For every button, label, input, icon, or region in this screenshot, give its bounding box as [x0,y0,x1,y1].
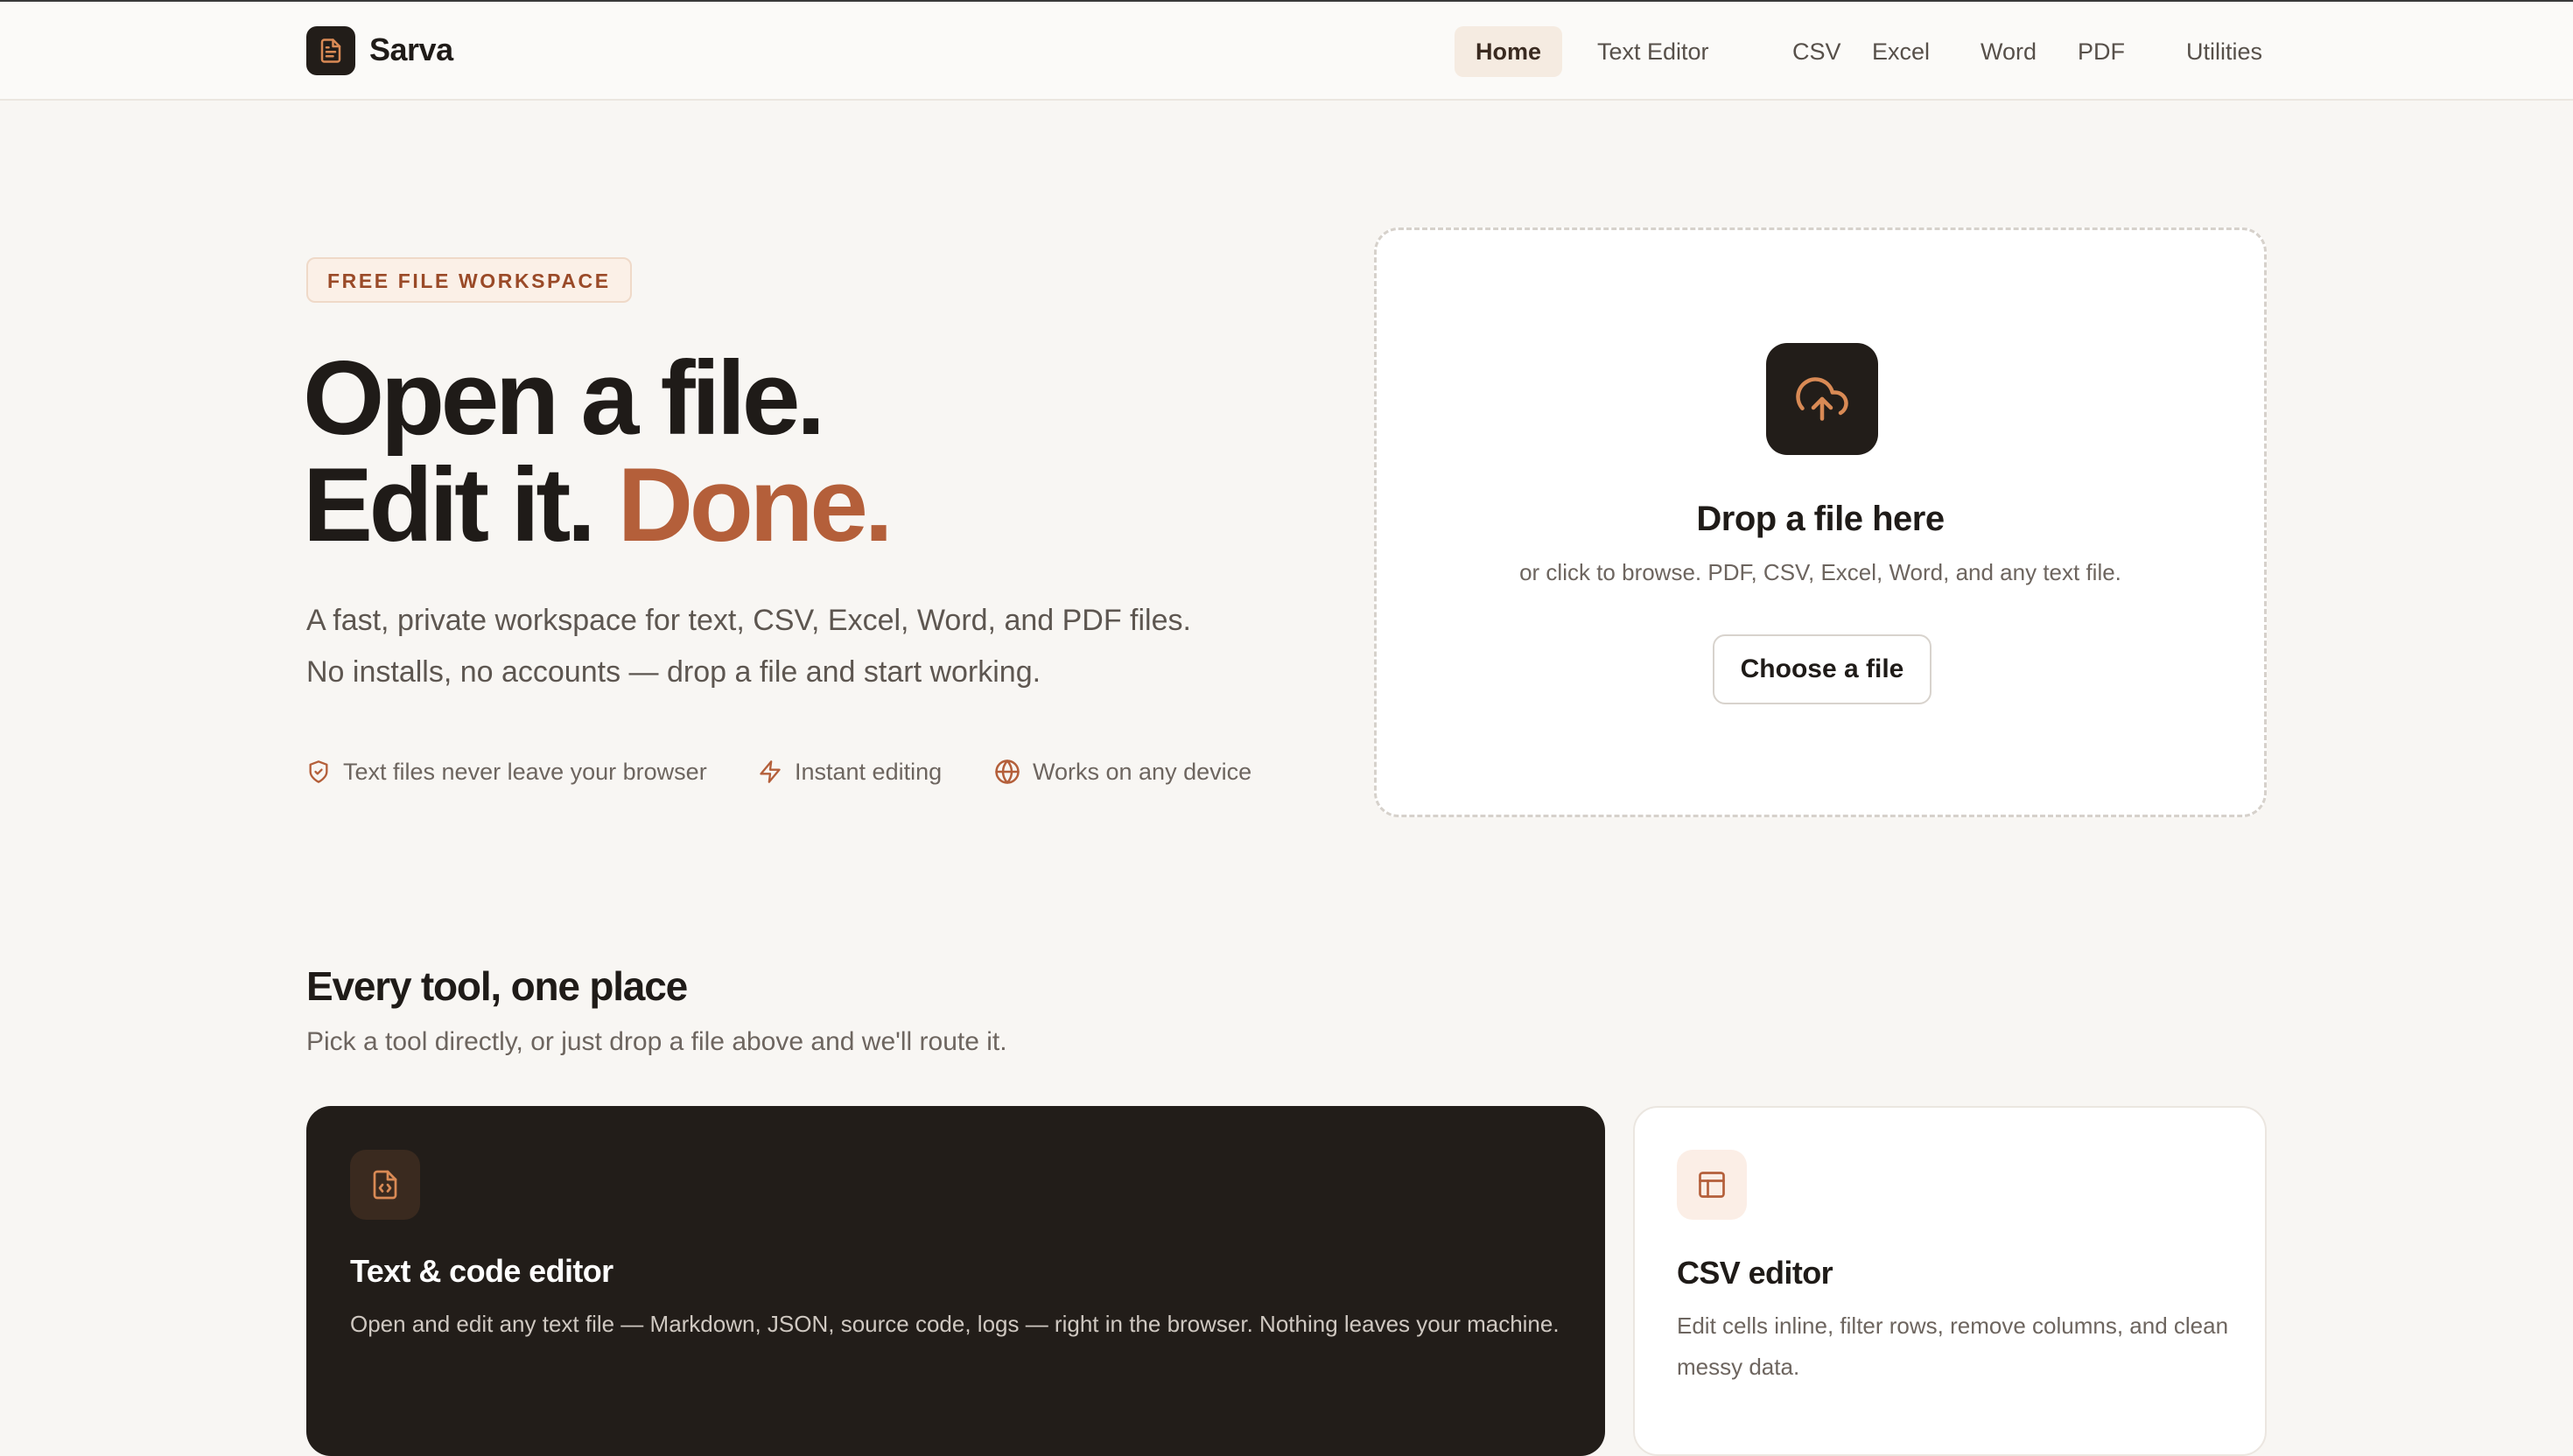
brand-name[interactable]: Sarva [369,32,453,68]
document-icon [320,38,341,63]
nav-utilities[interactable]: Utilities [2165,26,2283,77]
shield-check-icon [309,760,328,783]
card-icon-box [1677,1150,1747,1220]
file-dropzone[interactable]: Drop a file here or click to browse. PDF… [1374,228,2267,817]
dropzone-title: Drop a file here [1696,500,1945,538]
tool-card-text-editor[interactable]: Text & code editor Open and edit any tex… [306,1106,1605,1456]
feature-private: Text files never leave your browser [306,756,707,788]
nav-excel[interactable]: Excel [1851,26,1951,77]
choose-file-button[interactable]: Choose a file [1713,634,1932,704]
feature-any-device: Works on any device [994,756,1251,788]
nav-word[interactable]: Word [1960,26,2058,77]
hero-description: A fast, private workspace for text, CSV,… [306,604,1191,689]
upload-icon-box [1766,343,1878,455]
top-navbar: Sarva Home Text Editor CSV Excel Word PD… [0,2,2573,101]
hero-title-line2: Edit it. [303,446,596,564]
tools-section-title: Every tool, one place [306,963,688,1009]
feature-label: Text files never leave your browser [343,758,707,785]
nav-text-editor[interactable]: Text Editor [1576,26,1730,77]
cloud-upload-icon [1796,377,1848,421]
nav-pdf[interactable]: PDF [2057,26,2146,77]
logo[interactable] [306,26,355,75]
hero-title: Open a file. Edit it. Done. [303,345,894,558]
dropzone-subtitle: or click to browse. PDF, CSV, Excel, Wor… [1519,559,2121,585]
code-file-icon [373,1170,397,1200]
lightning-icon [760,760,781,783]
card-icon-box [350,1150,420,1220]
tools-section-subtitle: Pick a tool directly, or just drop a fil… [306,1027,1007,1056]
card-title: CSV editor [1677,1255,1833,1291]
card-description: Open and edit any text file — Markdown, … [350,1311,1560,1337]
nav-csv[interactable]: CSV [1771,26,1862,77]
hero-title-line1: Open a file. [303,340,825,457]
feature-instant: Instant editing [758,756,942,788]
nav-home[interactable]: Home [1455,26,1563,77]
feature-label: Works on any device [1033,758,1252,785]
card-title: Text & code editor [350,1253,613,1289]
hero-title-accent: Done. [617,446,893,564]
feature-label: Instant editing [795,758,943,785]
table-icon [1699,1172,1725,1198]
hero-badge: FREE FILE WORKSPACE [306,257,632,303]
card-description: Edit cells inline, filter rows, remove c… [1677,1312,2229,1380]
tool-card-csv-editor[interactable]: CSV editor Edit cells inline, filter row… [1633,1106,2267,1456]
globe-icon [995,760,1020,784]
